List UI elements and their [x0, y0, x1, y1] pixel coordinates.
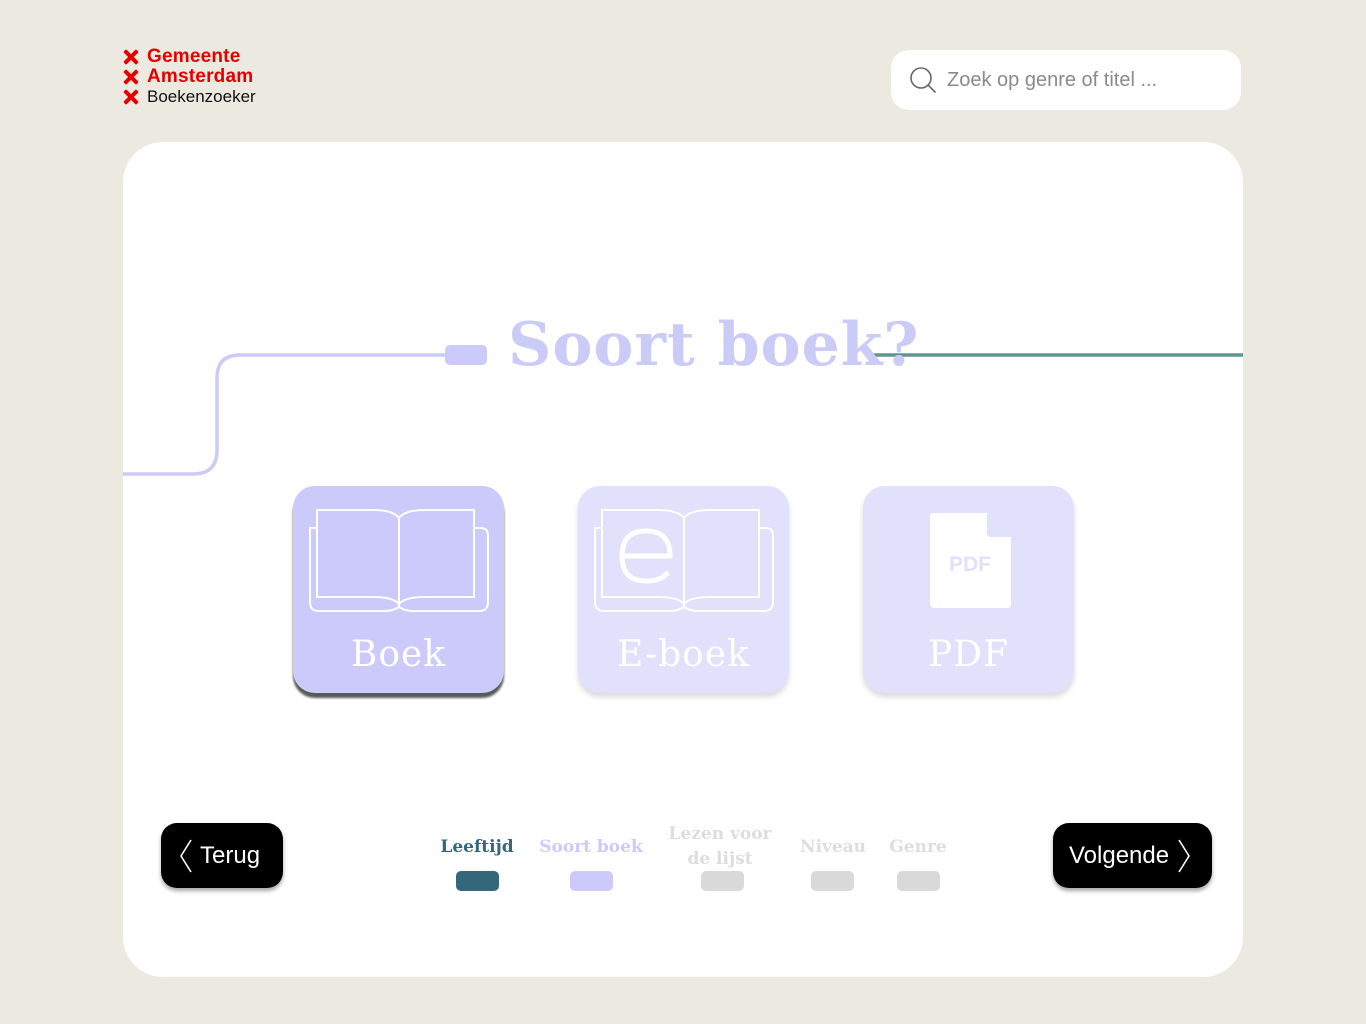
pdf-file-icon: PDF: [930, 513, 1011, 608]
option-e-boek[interactable]: E-boek: [578, 486, 789, 693]
gemeente-amsterdam-logo[interactable]: Gemeente Amsterdam Boekenzoeker: [122, 47, 256, 107]
step-label-leeftijd: Leeftijd: [440, 837, 514, 857]
chevron-right-icon: [1178, 839, 1191, 872]
next-button[interactable]: Volgende: [1053, 823, 1212, 888]
option-pdf[interactable]: PDF PDF: [863, 486, 1074, 693]
pdf-icon-text: PDF: [949, 553, 991, 576]
option-label: Boek: [350, 634, 447, 675]
question-title: Soort boek?: [508, 310, 920, 380]
ebook-icon: [594, 509, 774, 612]
option-label: E-boek: [617, 634, 750, 675]
andreas-cross-icon: [122, 88, 140, 106]
step-marker-leeftijd[interactable]: [456, 871, 499, 891]
logo-text-boekenzoeker: Boekenzoeker: [147, 87, 256, 106]
book-icon: [309, 509, 489, 612]
logo-text-amsterdam: Amsterdam: [147, 66, 254, 87]
search-icon: [910, 67, 936, 93]
logo-row-amsterdam: Amsterdam: [122, 67, 256, 87]
back-button[interactable]: Terug: [161, 823, 283, 888]
step-label-lezen-voor-de-lijst: Lezen voor de lijst: [660, 822, 780, 872]
next-button-label: Volgende: [1069, 841, 1170, 869]
search-bar[interactable]: [891, 50, 1241, 110]
chevron-left-icon: [180, 839, 192, 872]
step-marker-genre[interactable]: [897, 871, 940, 891]
search-input[interactable]: [947, 68, 1237, 92]
logo-text-gemeente: Gemeente: [147, 46, 241, 67]
logo-row-boekenzoeker: Boekenzoeker: [122, 87, 256, 107]
logo-row-gemeente: Gemeente: [122, 47, 256, 67]
step-label-line2: de lijst: [687, 849, 753, 869]
step-label-line1: Lezen voor: [668, 824, 772, 844]
option-label: PDF: [927, 634, 1010, 675]
option-boek[interactable]: Boek: [293, 486, 504, 693]
step-marker-niveau[interactable]: [811, 871, 854, 891]
step-label-niveau: Niveau: [799, 837, 867, 857]
question-card: Soort boek? Boek E-boek PDF PDF Terug Vo…: [123, 142, 1243, 977]
step-label-genre: Genre: [889, 837, 947, 857]
back-button-label: Terug: [200, 841, 261, 869]
andreas-cross-icon: [122, 48, 140, 66]
andreas-cross-icon: [122, 68, 140, 86]
step-marker-lezen-voor-de-lijst[interactable]: [701, 871, 744, 891]
step-marker-soort-boek[interactable]: [570, 871, 613, 891]
step-label-soort-boek: Soort boek: [539, 837, 643, 857]
